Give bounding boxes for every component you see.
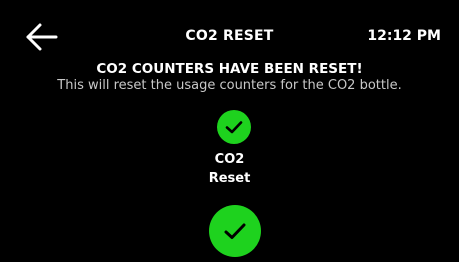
check-icon: [209, 205, 261, 257]
check-icon: [217, 110, 251, 144]
status-label-reset: Reset: [208, 171, 251, 186]
reset-headline: CO2 COUNTERS HAVE BEEN RESET!: [96, 61, 363, 77]
reset-description: This will reset the usage counters for t…: [57, 78, 402, 93]
status-label-co2: CO2: [214, 152, 245, 167]
clock: 12:12 PM: [367, 28, 441, 44]
status-check-badge: [217, 110, 251, 144]
confirm-button[interactable]: [209, 205, 261, 257]
